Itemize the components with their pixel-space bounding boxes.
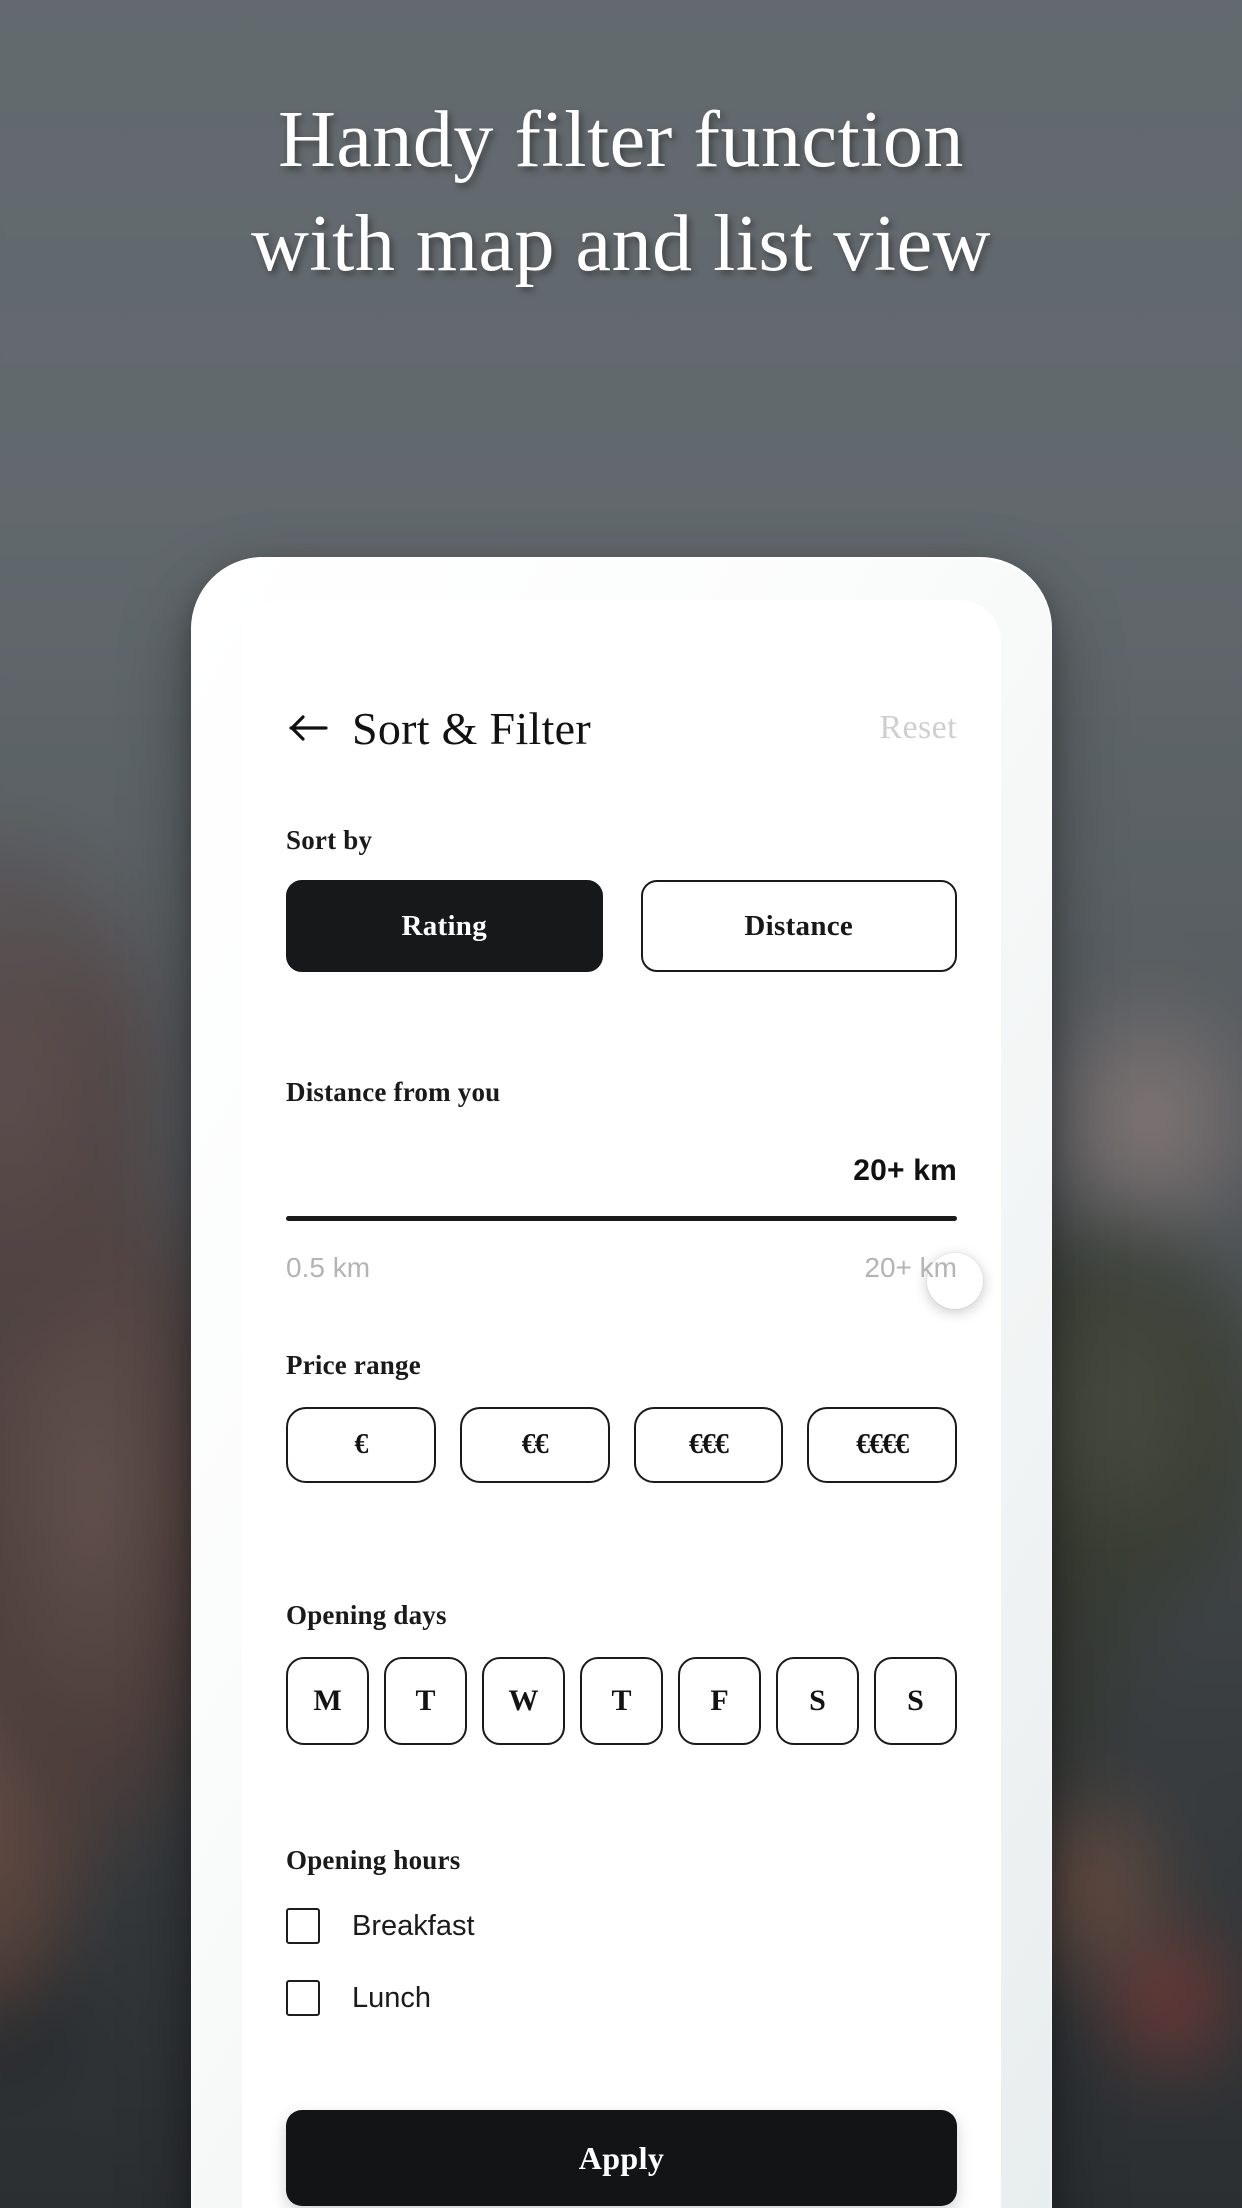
apply-button[interactable]: Apply — [286, 2110, 957, 2206]
sort-options-row: Rating Distance — [286, 880, 957, 972]
day-option-sunday[interactable]: S — [874, 1657, 957, 1745]
section-distance: Distance from you 20+ km 0.5 km 20+ km — [286, 1077, 983, 1309]
slider-track[interactable] — [286, 1216, 983, 1309]
apply-bar: Apply — [242, 2080, 1001, 2208]
distance-slider[interactable]: 20+ km 0.5 km 20+ km — [286, 1154, 983, 1309]
price-option-1[interactable]: € — [286, 1407, 436, 1483]
day-option-thursday[interactable]: T — [580, 1657, 663, 1745]
app-screen-content: Sort & Filter Reset Sort by Rating Dista… — [242, 600, 1001, 2208]
slider-fill — [286, 1216, 957, 1221]
price-option-4[interactable]: €€€€ — [807, 1407, 957, 1483]
day-option-monday[interactable]: M — [286, 1657, 369, 1745]
promo-headline: Handy filter function with map and list … — [251, 96, 991, 288]
opening-hours-label: Opening hours — [286, 1845, 461, 1875]
distance-current-value: 20+ km — [853, 1154, 957, 1187]
day-option-wednesday[interactable]: W — [482, 1657, 565, 1745]
opening-days-label: Opening days — [286, 1600, 447, 1630]
price-options-row: € €€ €€€ €€€€ — [286, 1407, 957, 1483]
sort-option-distance[interactable]: Distance — [640, 880, 957, 972]
slider-range-labels: 0.5 km 20+ km — [286, 1252, 957, 1284]
app-header: Sort & Filter Reset — [286, 700, 957, 756]
day-options-row: M T W T F S S — [286, 1657, 957, 1745]
section-sort-by: Sort by Rating Distance — [286, 825, 957, 972]
section-opening-days: Opening days M T W T F S S — [286, 1600, 957, 1745]
section-price-range: Price range € €€ €€€ €€€€ — [286, 1350, 957, 1483]
page-title: Sort & Filter — [352, 702, 592, 754]
section-opening-hours: Opening hours Breakfast Lunch — [286, 1845, 957, 2048]
slider-min-label: 0.5 km — [286, 1252, 371, 1283]
opening-hours-item-lunch[interactable]: Lunch — [286, 1976, 957, 2020]
opening-hours-list: Breakfast Lunch — [286, 1904, 957, 2020]
checkbox-lunch-label: Lunch — [352, 1981, 432, 2014]
checkbox-breakfast-label: Breakfast — [352, 1909, 475, 1942]
opening-hours-item-breakfast[interactable]: Breakfast — [286, 1904, 957, 1948]
reset-button[interactable]: Reset — [879, 709, 957, 747]
price-option-3[interactable]: €€€ — [633, 1407, 784, 1483]
phone-mockup-frame: Sort & Filter Reset Sort by Rating Dista… — [191, 557, 1052, 2208]
distance-label: Distance from you — [286, 1077, 501, 1107]
slider-max-label: 20+ km — [864, 1252, 957, 1283]
checkbox-breakfast[interactable] — [286, 1908, 320, 1944]
day-option-friday[interactable]: F — [678, 1657, 761, 1745]
arrow-left-icon[interactable] — [286, 705, 332, 751]
sort-option-rating[interactable]: Rating — [286, 880, 603, 972]
price-option-2[interactable]: €€ — [459, 1407, 610, 1483]
day-option-tuesday[interactable]: T — [384, 1657, 467, 1745]
day-option-saturday[interactable]: S — [776, 1657, 859, 1745]
phone-screen: Sort & Filter Reset Sort by Rating Dista… — [242, 600, 1001, 2208]
checkbox-lunch[interactable] — [286, 1980, 320, 2016]
price-range-label: Price range — [286, 1350, 421, 1380]
sort-by-label: Sort by — [286, 825, 373, 855]
